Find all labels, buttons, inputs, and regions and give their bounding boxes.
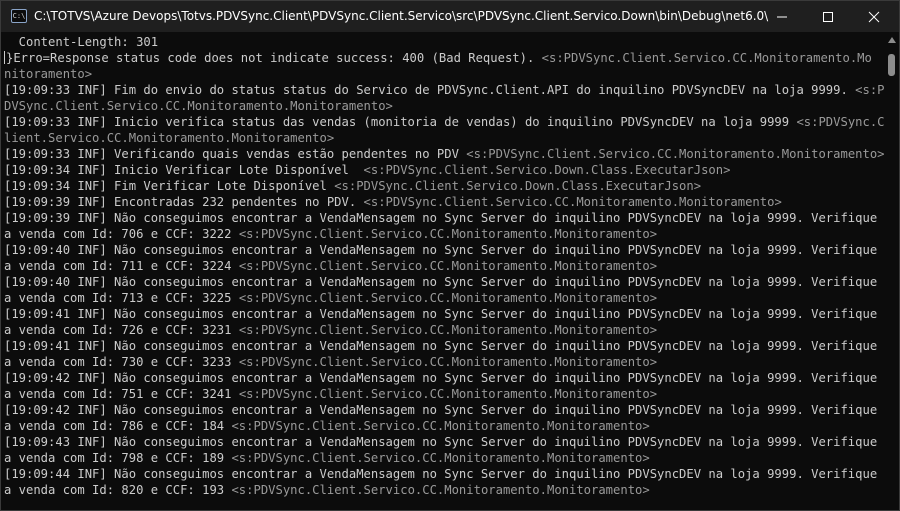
log-message: [19:09:33 INF] Inicio verifica status da…: [4, 115, 797, 129]
console-line: a venda com Id: 786 e CCF: 184 <s:PDVSyn…: [4, 418, 650, 434]
log-source-context: <s:PDVSync.Client.Servico.Down.Class.Exe…: [363, 163, 731, 177]
log-source-context: <s:PDVSync.Client.Servico.CC.Monitoramen…: [466, 147, 885, 161]
log-source-context: <s:PDVSync.Client.Servico.CC.Monitoramen…: [363, 195, 782, 209]
maximize-button[interactable]: [805, 1, 851, 32]
log-source-context: <s:PDVSync.Client.Servico.Down.Class.Exe…: [334, 179, 702, 193]
console-line: a venda com Id: 751 e CCF: 3241 <s:PDVSy…: [4, 386, 657, 402]
log-source-context: <s:PDVSync.Client.Servico.CC.Monitoramen…: [238, 323, 658, 337]
title-bar[interactable]: C:\ C:\TOTVS\Azure Devops\Totvs.PDVSync.…: [1, 1, 899, 32]
log-source-context: <s:PDVSync.Client.Servico.CC.Monitoramen…: [541, 51, 872, 65]
log-message: [19:09:44 INF] Não conseguimos encontrar…: [4, 467, 878, 481]
log-source-context: <s:P: [855, 83, 885, 97]
log-source-context: lient.Servico.CC.Monitoramento.Monitoram…: [4, 131, 335, 145]
log-source-context: <s:PDVSync.Client.Servico.CC.Monitoramen…: [238, 227, 658, 241]
minimize-icon: [777, 16, 787, 18]
console-line: [19:09:33 INF] Verificando quais vendas …: [4, 146, 885, 162]
text-cursor: [4, 51, 5, 64]
log-source-context: <s:PDVSync.Client.Servico.CC.Monitoramen…: [231, 483, 650, 497]
log-message: [19:09:33 INF] Verificando quais vendas …: [4, 147, 467, 161]
console-line: [19:09:43 INF] Não conseguimos encontrar…: [4, 434, 877, 450]
close-button[interactable]: [851, 1, 897, 32]
console-line: DVSync.Client.Servico.CC.Monitoramento.M…: [4, 98, 393, 114]
console-app-icon[interactable]: C:\: [11, 9, 27, 23]
console-line: [19:09:39 INF] Encontradas 232 pendentes…: [4, 194, 782, 210]
log-source-context: DVSync.Client.Servico.CC.Monitoramento.M…: [4, 99, 393, 113]
log-source-context: <s:PDVSync.Client.Servico.CC.Monitoramen…: [231, 451, 650, 465]
console-line: a venda com Id: 706 e CCF: 3222 <s:PDVSy…: [4, 226, 657, 242]
console-line: [19:09:40 INF] Não conseguimos encontrar…: [4, 274, 877, 290]
scroll-up-arrow-icon[interactable]: [888, 37, 896, 43]
terminal-window: C:\ C:\TOTVS\Azure Devops\Totvs.PDVSync.…: [0, 0, 900, 511]
console-line: lient.Servico.CC.Monitoramento.Monitoram…: [4, 130, 334, 146]
console-line: [19:09:41 INF] Não conseguimos encontrar…: [4, 306, 877, 322]
console-line: [19:09:42 INF] Não conseguimos encontrar…: [4, 402, 877, 418]
console-line: [19:09:34 INF] Inicio Verificar Lote Dis…: [4, 162, 730, 178]
console-line: [19:09:41 INF] Não conseguimos encontrar…: [4, 338, 877, 354]
log-source-context: <s:PDVSync.Client.Servico.CC.Monitoramen…: [238, 387, 658, 401]
log-message: [19:09:40 INF] Não conseguimos encontrar…: [4, 275, 878, 289]
log-source-context: <s:PDVSync.Client.Servico.CC.Monitoramen…: [238, 291, 658, 305]
log-message: a venda com Id: 713 e CCF: 3225: [4, 291, 239, 305]
log-message: [19:09:42 INF] Não conseguimos encontrar…: [4, 371, 878, 385]
console-line: a venda com Id: 798 e CCF: 189 <s:PDVSyn…: [4, 450, 650, 466]
close-icon: [868, 11, 880, 23]
log-message: [19:09:41 INF] Não conseguimos encontrar…: [4, 307, 878, 321]
window-title: C:\TOTVS\Azure Devops\Totvs.PDVSync.Clie…: [34, 9, 769, 23]
log-message: [19:09:34 INF] Inicio Verificar Lote Dis…: [4, 163, 364, 177]
log-message: [19:09:33 INF] Fim do envio do status st…: [4, 83, 856, 97]
maximize-icon: [823, 12, 833, 22]
log-source-context: <s:PDVSync.Client.Servico.CC.Monitoramen…: [231, 419, 650, 433]
log-message: [19:09:42 INF] Não conseguimos encontrar…: [4, 403, 878, 417]
console-output[interactable]: Content-Length: 301 }Erro=Response status…: [1, 32, 885, 510]
log-source-context: nitoramento>: [4, 67, 93, 81]
console-line: a venda com Id: 726 e CCF: 3231 <s:PDVSy…: [4, 322, 657, 338]
console-line: [19:09:34 INF] Fim Verificar Lote Dispon…: [4, 178, 701, 194]
console-line: a venda com Id: 713 e CCF: 3225 <s:PDVSy…: [4, 290, 657, 306]
console-line: [19:09:40 INF] Não conseguimos encontrar…: [4, 242, 877, 258]
log-message: Content-Length: 301: [4, 35, 159, 49]
vertical-scrollbar[interactable]: [885, 32, 899, 510]
console-line: Content-Length: 301: [4, 34, 158, 50]
console-line: }Erro=Response status code does not indi…: [4, 50, 872, 66]
log-message: [19:09:43 INF] Não conseguimos encontrar…: [4, 435, 878, 449]
console-line: nitoramento>: [4, 66, 92, 82]
log-message: a venda com Id: 706 e CCF: 3222: [4, 227, 239, 241]
log-message: }Erro=Response status code does not indi…: [6, 51, 542, 65]
console-line: [19:09:44 INF] Não conseguimos encontrar…: [4, 466, 877, 482]
log-message: [19:09:41 INF] Não conseguimos encontrar…: [4, 339, 878, 353]
log-message: a venda com Id: 798 e CCF: 189: [4, 451, 232, 465]
log-source-context: <s:PDVSync.Client.Servico.CC.Monitoramen…: [238, 259, 658, 273]
console-line: [19:09:39 INF] Não conseguimos encontrar…: [4, 210, 877, 226]
console-line: [19:09:33 INF] Fim do envio do status st…: [4, 82, 885, 98]
log-message: a venda com Id: 730 e CCF: 3233: [4, 355, 239, 369]
log-source-context: <s:PDVSync.Client.Servico.CC.Monitoramen…: [238, 355, 658, 369]
console-line: a venda com Id: 820 e CCF: 193 <s:PDVSyn…: [4, 482, 650, 498]
console-line: a venda com Id: 730 e CCF: 3233 <s:PDVSy…: [4, 354, 657, 370]
log-message: [19:09:39 INF] Encontradas 232 pendentes…: [4, 195, 364, 209]
log-message: [19:09:39 INF] Não conseguimos encontrar…: [4, 211, 878, 225]
log-message: [19:09:40 INF] Não conseguimos encontrar…: [4, 243, 878, 257]
console-line: [19:09:33 INF] Inicio verifica status da…: [4, 114, 885, 130]
log-message: [19:09:34 INF] Fim Verificar Lote Dispon…: [4, 179, 335, 193]
log-message: a venda com Id: 751 e CCF: 3241: [4, 387, 239, 401]
console-line: a venda com Id: 711 e CCF: 3224 <s:PDVSy…: [4, 258, 657, 274]
log-message: a venda com Id: 820 e CCF: 193: [4, 483, 232, 497]
minimize-button[interactable]: [759, 1, 805, 32]
log-message: a venda com Id: 711 e CCF: 3224: [4, 259, 239, 273]
scrollbar-thumb[interactable]: [888, 54, 895, 76]
log-source-context: <s:PDVSync.C: [796, 115, 885, 129]
log-message: a venda com Id: 786 e CCF: 184: [4, 419, 232, 433]
log-message: a venda com Id: 726 e CCF: 3231: [4, 323, 239, 337]
console-line: [19:09:42 INF] Não conseguimos encontrar…: [4, 370, 877, 386]
